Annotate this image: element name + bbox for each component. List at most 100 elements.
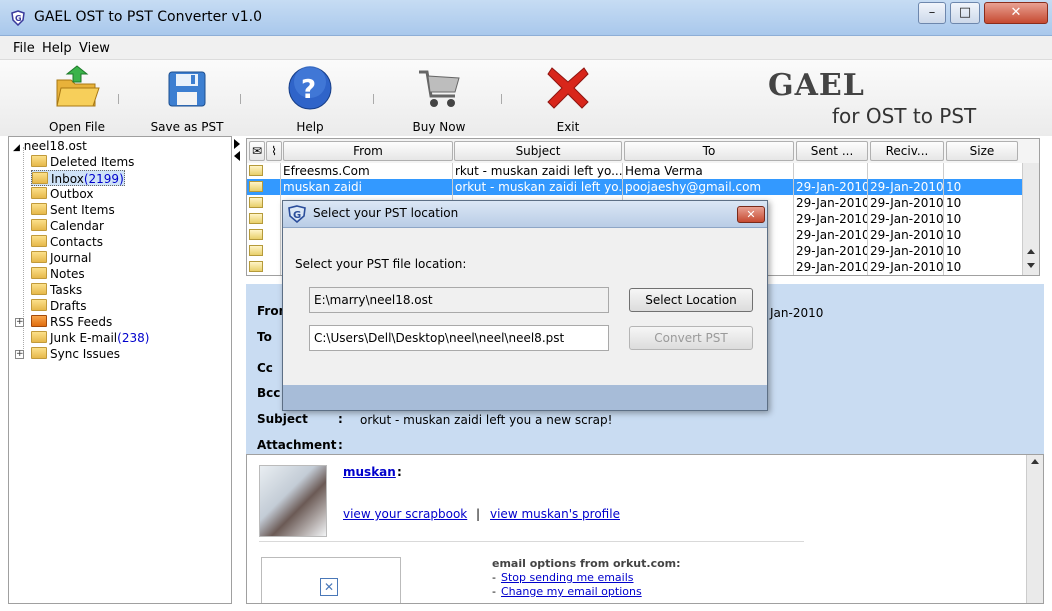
scroll-up-arrow-icon[interactable]: [1031, 459, 1039, 464]
menu-help[interactable]: Help: [42, 41, 72, 56]
folder-tree[interactable]: ◢ neel18.ost Deleted Items Inbox(2199) O…: [8, 136, 232, 604]
expand-pane-arrow-icon[interactable]: [234, 139, 240, 149]
dialog-title: Select your PST location: [313, 206, 459, 220]
scroll-down-arrow-icon[interactable]: [1027, 263, 1035, 268]
tree-folder-outbox[interactable]: Outbox: [31, 186, 93, 202]
row-status: [247, 243, 281, 259]
table-row-selected[interactable]: muskan zaidi orkut - muskan zaidi left y…: [247, 179, 1023, 195]
column-attachment[interactable]: ⌇: [266, 141, 282, 161]
cell-received: 29-Jan-2010: [870, 179, 944, 195]
buy-now-button[interactable]: Buy Now: [394, 64, 484, 134]
toolbar-separator: [373, 94, 374, 104]
help-button[interactable]: ? Help: [265, 64, 355, 134]
toolbar-separator: [118, 94, 119, 104]
tree-folder-junk-email[interactable]: Junk E-mail(238): [31, 330, 149, 346]
message-body-scrollbar[interactable]: [1026, 455, 1043, 603]
envelope-icon: [249, 245, 263, 256]
cell-sent: [794, 163, 868, 179]
folder-icon: [31, 203, 47, 215]
column-from[interactable]: From: [283, 141, 453, 161]
ost-path-field[interactable]: [309, 287, 609, 313]
envelope-icon: [249, 229, 263, 240]
envelope-icon: [249, 181, 263, 192]
cell-received: 29-Jan-2010: [870, 227, 944, 243]
folder-label: Calendar: [50, 219, 104, 233]
message-list-scrollbar[interactable]: [1022, 163, 1039, 275]
shopping-cart-icon: [419, 70, 460, 107]
cell-sent: 29-Jan-2010: [796, 227, 868, 243]
tree-folder-rss-feeds[interactable]: RSS Feeds: [31, 314, 112, 330]
exit-label: Exit: [556, 120, 580, 134]
maximize-button[interactable]: □: [950, 2, 980, 24]
folder-label: Notes: [50, 267, 85, 281]
email-options-heading: email options from orkut.com:: [492, 557, 681, 570]
envelope-header-icon: ✉: [251, 144, 263, 158]
open-file-label: Open File: [49, 120, 105, 134]
folder-label: Outbox: [50, 187, 94, 201]
stop-emails-link[interactable]: Stop sending me emails: [501, 571, 634, 584]
svg-text:G: G: [293, 210, 301, 221]
sender-link[interactable]: muskan: [343, 465, 396, 479]
tree-folder-deleted-items[interactable]: Deleted Items: [31, 154, 134, 170]
attachment-label: Attachment: [257, 438, 337, 452]
tree-folder-inbox[interactable]: Inbox(2199): [31, 170, 125, 186]
collapse-triangle-icon: ◢: [13, 143, 20, 153]
tree-folder-contacts[interactable]: Contacts: [31, 234, 103, 250]
toolbar-separator: [501, 94, 502, 104]
cell-from: muskan zaidi: [281, 179, 453, 195]
minimize-button[interactable]: –: [918, 2, 946, 24]
save-as-pst-button[interactable]: Save as PST: [142, 64, 232, 134]
broken-image-icon: ✕: [320, 578, 338, 596]
tree-folder-sync-issues[interactable]: Sync Issues: [31, 346, 120, 362]
convert-pst-button[interactable]: Convert PST: [629, 326, 753, 350]
column-subject[interactable]: Subject: [454, 141, 622, 161]
folder-icon: [31, 267, 47, 279]
tree-root[interactable]: ◢ neel18.ost: [13, 138, 87, 154]
scroll-up-arrow-icon[interactable]: [1027, 249, 1035, 254]
tree-folder-drafts[interactable]: Drafts: [31, 298, 87, 314]
cc-label: Cc: [257, 361, 273, 375]
column-to[interactable]: To: [624, 141, 794, 161]
column-received[interactable]: Reciv...: [870, 141, 944, 161]
folder-label: Journal: [50, 251, 92, 265]
collapse-pane-arrow-icon[interactable]: [234, 151, 240, 161]
select-location-button[interactable]: Select Location: [629, 288, 753, 312]
table-row[interactable]: Efreesms.Com rkut - muskan zaidi left yo…: [247, 163, 1023, 179]
menu-file[interactable]: File: [13, 41, 35, 56]
cell-to: Hema Verma: [623, 163, 794, 179]
open-file-button[interactable]: Open File: [32, 64, 122, 134]
cell-size: 10: [944, 179, 1023, 195]
body-divider: [259, 541, 804, 542]
close-window-button[interactable]: ✕: [984, 2, 1048, 24]
folder-label: Sync Issues: [50, 347, 121, 361]
exit-button[interactable]: Exit: [523, 64, 613, 134]
tree-folder-journal[interactable]: Journal: [31, 250, 92, 266]
change-options-link[interactable]: Change my email options: [501, 585, 642, 598]
expand-rss-feeds-button[interactable]: +: [15, 318, 24, 327]
row-status: [247, 195, 281, 211]
scrapbook-link[interactable]: view your scrapbook: [343, 507, 467, 521]
tree-folder-sent-items[interactable]: Sent Items: [31, 202, 115, 218]
pst-path-field[interactable]: [309, 325, 609, 351]
tree-root-label: neel18.ost: [23, 139, 87, 153]
column-read-status[interactable]: ✉: [249, 141, 265, 161]
svg-text:G: G: [15, 14, 22, 23]
dialog-close-button[interactable]: ✕: [737, 206, 765, 223]
row-status: [247, 227, 281, 243]
cell-sent: 29-Jan-2010: [796, 211, 868, 227]
folder-label: RSS Feeds: [50, 315, 113, 329]
menu-view[interactable]: View: [79, 41, 110, 56]
cell-received: 29-Jan-2010: [870, 243, 944, 259]
column-size[interactable]: Size: [946, 141, 1018, 161]
profile-link[interactable]: view muskan's profile: [490, 507, 620, 521]
open-folder-icon: [56, 65, 100, 107]
pst-location-dialog: G Select your PST location ✕ Select your…: [282, 200, 768, 411]
tree-folder-notes[interactable]: Notes: [31, 266, 85, 282]
attachment-colon: :: [338, 438, 343, 452]
column-sent[interactable]: Sent ...: [796, 141, 868, 161]
cell-to: poojaeshy@gmail.com: [623, 179, 794, 195]
expand-sync-issues-button[interactable]: +: [15, 350, 24, 359]
cell-received: [868, 163, 944, 179]
tree-folder-calendar[interactable]: Calendar: [31, 218, 104, 234]
tree-folder-tasks[interactable]: Tasks: [31, 282, 82, 298]
